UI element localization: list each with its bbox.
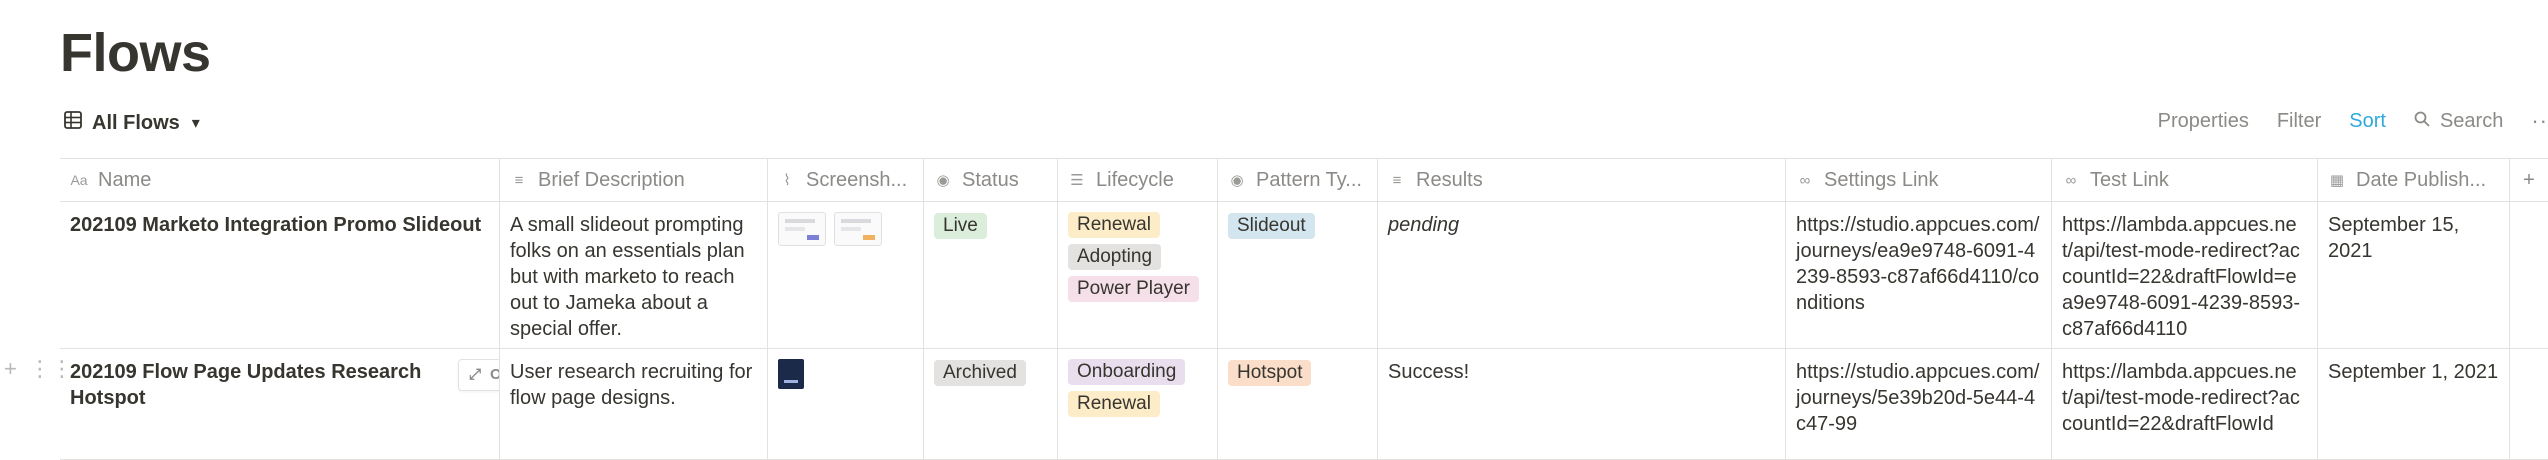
column-header-settings-link[interactable]: ∞ Settings Link	[1786, 159, 2052, 201]
lifecycle-tag: Power Player	[1068, 276, 1199, 302]
row-pattern-type[interactable]: Hotspot	[1218, 349, 1378, 459]
table-icon	[64, 111, 82, 135]
search-button[interactable]: Search	[2414, 110, 2503, 133]
column-header-date-published[interactable]: ▦ Date Publish...	[2318, 159, 2510, 201]
more-icon[interactable]: ··	[2531, 108, 2548, 134]
pattern-tag: Hotspot	[1228, 360, 1312, 386]
page-title: Flows	[60, 23, 211, 83]
row-results[interactable]: Success!	[1378, 349, 1786, 459]
row-results[interactable]: pending	[1378, 202, 1786, 348]
select-icon: ◉	[936, 172, 950, 189]
sort-button[interactable]: Sort	[2349, 110, 2386, 133]
open-button[interactable]: ⤢ OPEN	[458, 359, 499, 391]
screenshot-thumbnail[interactable]	[834, 212, 882, 246]
row-description[interactable]: A small slideout prompting folks on an e…	[500, 202, 768, 348]
row-status[interactable]: Archived	[924, 349, 1058, 459]
row-settings-link[interactable]: https://studio.appcues.com/journeys/ea9e…	[1786, 202, 2052, 348]
column-header-results[interactable]: ≡ Results	[1378, 159, 1786, 201]
row-settings-link[interactable]: https://studio.appcues.com/journeys/5e39…	[1786, 349, 2052, 459]
column-header-lifecycle[interactable]: ☰ Lifecycle	[1058, 159, 1218, 201]
filter-button[interactable]: Filter	[2277, 110, 2321, 133]
lifecycle-tag: Renewal	[1068, 212, 1160, 238]
row-name[interactable]: 202109 Marketo Integration Promo Slideou…	[60, 202, 500, 348]
link-icon: ∞	[2065, 171, 2077, 189]
table-row[interactable]: 202109 Flow Page Updates Research Hotspo…	[60, 349, 2548, 460]
row-screenshot[interactable]	[768, 202, 924, 348]
add-column-button[interactable]: +	[2510, 159, 2548, 201]
row-lifecycle[interactable]: Renewal Adopting Power Player	[1058, 202, 1218, 348]
row-status[interactable]: Live	[924, 202, 1058, 348]
calendar-icon: ▦	[2329, 172, 2345, 189]
table-row[interactable]: 202109 Marketo Integration Promo Slideou…	[60, 202, 2548, 349]
screenshot-thumbnail[interactable]	[778, 212, 826, 246]
status-badge: Archived	[934, 360, 1026, 386]
row-lifecycle[interactable]: Onboarding Renewal	[1058, 349, 1218, 459]
open-label: OPEN	[490, 362, 499, 388]
expand-icon: ⤢	[469, 366, 483, 383]
pattern-tag: Slideout	[1228, 213, 1315, 239]
view-switcher[interactable]: All Flows ▾	[64, 111, 200, 135]
search-icon	[2414, 110, 2430, 133]
table-header: Aa Name ≡ Brief Description ⌇ Screensh... ◉…	[60, 158, 2548, 202]
view-label: All Flows	[92, 111, 180, 134]
column-header-pattern-type[interactable]: ◉ Pattern Ty...	[1218, 159, 1378, 201]
drag-handle-icon[interactable]: ⋮⋮	[29, 356, 73, 382]
chevron-down-icon: ▾	[191, 115, 200, 132]
text-aa-icon: Aa	[70, 172, 88, 188]
column-header-brief-description[interactable]: ≡ Brief Description	[500, 159, 768, 201]
add-row-icon[interactable]: +	[4, 356, 17, 382]
paperclip-icon: ⌇	[783, 172, 791, 189]
database-table: Aa Name ≡ Brief Description ⌇ Screensh... ◉…	[60, 158, 2548, 460]
row-date-published[interactable]: September 15, 2021	[2318, 202, 2510, 348]
column-header-name[interactable]: Aa Name	[60, 159, 500, 201]
lifecycle-tag: Adopting	[1068, 244, 1162, 270]
select-icon: ◉	[1230, 172, 1244, 189]
column-header-test-link[interactable]: ∞ Test Link	[2052, 159, 2318, 201]
multi-select-icon: ☰	[1070, 172, 1084, 189]
status-badge: Live	[934, 213, 987, 239]
row-description[interactable]: User research recruiting for flow page d…	[500, 349, 768, 459]
lifecycle-tag: Renewal	[1068, 391, 1160, 417]
row-pattern-type[interactable]: Slideout	[1218, 202, 1378, 348]
text-lines-icon: ≡	[514, 171, 524, 189]
lifecycle-tag: Onboarding	[1068, 359, 1186, 385]
row-test-link[interactable]: https://lambda.appcues.net/api/test-mode…	[2052, 202, 2318, 348]
properties-button[interactable]: Properties	[2158, 110, 2249, 133]
link-icon: ∞	[1799, 171, 1811, 189]
search-label: Search	[2439, 109, 2504, 132]
column-header-status[interactable]: ◉ Status	[924, 159, 1058, 201]
screenshot-thumbnail[interactable]	[778, 359, 804, 389]
row-test-link[interactable]: https://lambda.appcues.net/api/test-mode…	[2052, 349, 2318, 459]
row-name[interactable]: 202109 Flow Page Updates Research Hotspo…	[60, 349, 500, 459]
row-screenshot[interactable]	[768, 349, 924, 459]
column-header-screenshot[interactable]: ⌇ Screensh...	[768, 159, 924, 201]
text-lines-icon: ≡	[1392, 171, 1402, 189]
plus-icon: +	[2523, 168, 2535, 191]
row-date-published[interactable]: September 1, 2021	[2318, 349, 2510, 459]
